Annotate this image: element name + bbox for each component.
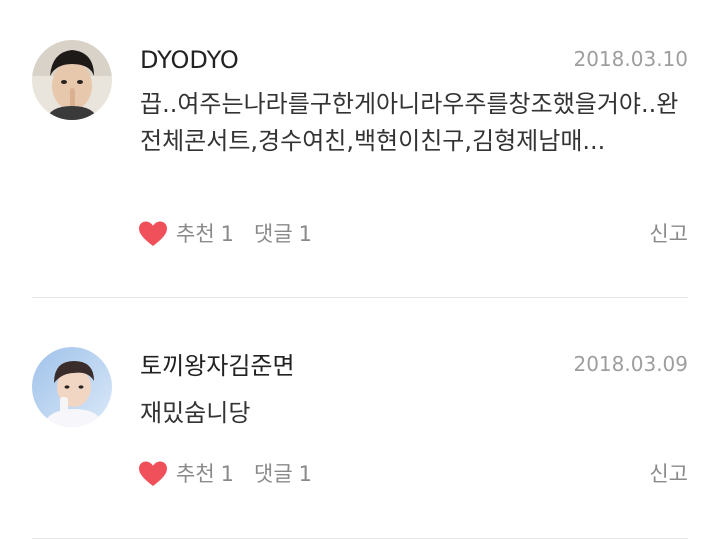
like-label: 추천: [176, 462, 215, 486]
author-name[interactable]: 토끼왕자김준면: [140, 351, 295, 381]
profile-photo-icon: [32, 40, 112, 120]
reply-button[interactable]: 댓글 1: [254, 460, 312, 488]
avatar[interactable]: [32, 347, 112, 427]
comment-list: DYODYO 2018.03.10 끕..여주는나라를구한게아니라우주를창조했을…: [0, 0, 720, 540]
like-button[interactable]: 추천 1: [138, 220, 234, 248]
like-count: 1: [220, 222, 235, 246]
like-button[interactable]: 추천 1: [138, 460, 234, 488]
avatar[interactable]: [32, 40, 112, 120]
like-count: 1: [220, 462, 235, 486]
profile-photo-icon: [32, 347, 112, 427]
like-label: 추천: [176, 222, 215, 246]
report-button[interactable]: 신고: [649, 220, 688, 248]
comment-text: 끕..여주는나라를구한게아니라우주를창조했을거야..완전체콘서트,경수여친,백현…: [140, 90, 679, 155]
reply-label: 댓글: [254, 462, 293, 486]
reply-label: 댓글: [254, 222, 293, 246]
comment-actions: 추천 1 댓글 1 신고: [138, 218, 688, 250]
comment-item: DYODYO 2018.03.10 끕..여주는나라를구한게아니라우주를창조했을…: [0, 0, 720, 298]
comment-date: 2018.03.10: [573, 47, 688, 71]
reply-count: 1: [298, 222, 313, 246]
comment-item: 토끼왕자김준면 2018.03.09 재밌숨니당 추천 1 댓글 1 신고: [0, 298, 720, 540]
report-button[interactable]: 신고: [649, 460, 688, 488]
comment-text: 재밌숨니당: [140, 399, 251, 427]
comment-date: 2018.03.09: [573, 352, 688, 376]
comment-actions: 추천 1 댓글 1 신고: [138, 458, 688, 490]
heart-icon: [139, 221, 167, 246]
reply-count: 1: [298, 462, 313, 486]
author-name[interactable]: DYODYO: [140, 45, 239, 75]
heart-icon: [139, 461, 167, 486]
reply-button[interactable]: 댓글 1: [254, 220, 312, 248]
divider: [32, 538, 688, 539]
